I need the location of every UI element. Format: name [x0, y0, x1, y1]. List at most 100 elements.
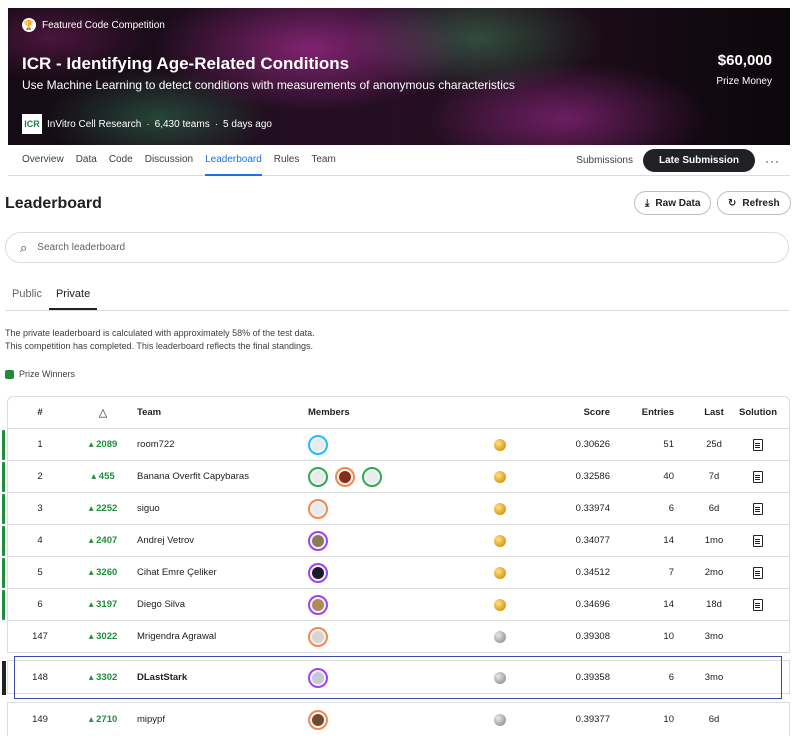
avatar[interactable]	[308, 435, 328, 455]
score: 0.34696	[575, 599, 610, 610]
header-rank[interactable]: #	[8, 397, 72, 429]
tab-discussion[interactable]: Discussion	[145, 145, 193, 176]
prize-winners-label: Prize Winners	[19, 369, 76, 379]
my-row-marker	[2, 661, 6, 695]
table-row[interactable]: 1 ▴ 2089 room722 0.30626 51 25d	[2, 429, 789, 461]
team-name[interactable]: Mrigendra Agrawal	[137, 621, 307, 653]
document-icon[interactable]	[753, 503, 763, 515]
header-team[interactable]: Team	[137, 397, 307, 429]
team-name[interactable]: mipypf	[137, 703, 307, 737]
score: 0.39308	[575, 631, 610, 642]
avatar[interactable]	[308, 563, 328, 583]
header-score[interactable]: Score	[548, 397, 610, 429]
tab-private[interactable]: Private	[48, 282, 98, 310]
document-icon[interactable]	[753, 439, 763, 451]
rank: 5	[37, 567, 43, 578]
entries: 40	[663, 471, 674, 482]
solution[interactable]	[736, 589, 780, 621]
host-logo[interactable]: ICR	[22, 114, 42, 134]
avatar[interactable]	[335, 467, 355, 487]
tab-team[interactable]: Team	[311, 145, 335, 176]
medal	[494, 525, 506, 557]
team-name[interactable]: Diego Silva	[137, 589, 307, 621]
solution[interactable]	[736, 557, 780, 589]
avatar[interactable]	[308, 627, 328, 647]
gold-medal-icon	[494, 503, 506, 515]
competition-banner: 🏆 Featured Code Competition ICR - Identi…	[8, 8, 790, 145]
team-name[interactable]: siguo	[137, 493, 307, 525]
tab-data[interactable]: Data	[76, 145, 97, 176]
solution	[736, 621, 780, 653]
rank: 1	[37, 439, 43, 450]
members	[308, 621, 328, 653]
rank: 3	[37, 503, 43, 514]
avatar[interactable]	[308, 595, 328, 615]
prize-label: Prize Money	[716, 76, 772, 87]
document-icon[interactable]	[753, 471, 763, 483]
teams-count: 6,430 teams	[154, 118, 210, 130]
team-name[interactable]: Andrej Vetrov	[137, 525, 307, 557]
team-name[interactable]: Banana Overfit Capybaras	[137, 461, 307, 493]
nav-tabs: Overview Data Code Discussion Leaderboard Rul…	[22, 145, 348, 176]
competition-nav: Overview Data Code Discussion Leaderboard Rul…	[8, 145, 790, 176]
avatar[interactable]	[308, 531, 328, 551]
solution[interactable]	[736, 493, 780, 525]
table-row[interactable]: 149 ▴ 2710 mipypf 0.39377 10 6d	[7, 702, 790, 736]
header-delta[interactable]: △	[68, 397, 138, 429]
members	[308, 525, 328, 557]
tab-code[interactable]: Code	[109, 145, 133, 176]
tab-public[interactable]: Public	[5, 282, 49, 310]
rank-change: ▴ 2407	[88, 535, 118, 546]
avatar[interactable]	[308, 499, 328, 519]
last-submission: 3mo	[704, 631, 724, 642]
late-submission-button[interactable]: Late Submission	[642, 149, 755, 172]
table-row[interactable]: 2 ▴ 455 Banana Overfit Capybaras 0.32586 40 7…	[2, 461, 789, 493]
rank-change-value: 455	[98, 471, 115, 482]
search-input[interactable]	[37, 242, 738, 253]
header-last[interactable]: Last	[692, 397, 736, 429]
document-icon[interactable]	[753, 599, 763, 611]
gold-medal-icon	[494, 439, 506, 451]
solution[interactable]	[736, 461, 780, 493]
table-row[interactable]: 4 ▴ 2407 Andrej Vetrov 0.34077 14 1mo	[2, 525, 789, 557]
entries: 14	[663, 535, 674, 546]
rank-change: ▴ 2710	[88, 714, 118, 725]
leaderboard-tabs: Public Private	[5, 282, 789, 311]
avatar[interactable]	[308, 467, 328, 487]
time-ago: 5 days ago	[223, 118, 272, 130]
avatar[interactable]	[308, 710, 328, 730]
team-name[interactable]: Cihat Emre Çeliker	[137, 557, 307, 589]
medal	[494, 493, 506, 525]
document-icon[interactable]	[753, 567, 763, 579]
score: 0.34512	[575, 567, 610, 578]
table-row[interactable]: 5 ▴ 3260 Cihat Emre Çeliker 0.34512 7 2mo	[2, 557, 789, 589]
table-row[interactable]: 6 ▴ 3197 Diego Silva 0.34696 14 18d	[2, 589, 789, 621]
document-icon[interactable]	[753, 535, 763, 547]
avatar[interactable]	[362, 467, 382, 487]
tab-rules[interactable]: Rules	[274, 145, 300, 176]
last-submission: 1mo	[704, 535, 724, 546]
search-bar[interactable]: ⌕	[5, 232, 789, 263]
host-name[interactable]: InVitro Cell Research	[47, 119, 141, 130]
score: 0.32586	[575, 471, 610, 482]
table-row[interactable]: 3 ▴ 2252 siguo 0.33974 6 6d	[2, 493, 789, 525]
rank: 2	[37, 471, 43, 482]
rank-change: ▴ 3260	[88, 567, 118, 578]
raw-data-button[interactable]: ⤓ Raw Data	[634, 191, 712, 215]
prize-winner-marker	[2, 462, 5, 492]
members	[308, 703, 328, 737]
silver-medal-icon	[494, 631, 506, 643]
header-entries[interactable]: Entries	[628, 397, 674, 429]
solution[interactable]	[736, 429, 780, 461]
solution[interactable]	[736, 525, 780, 557]
tab-overview[interactable]: Overview	[22, 145, 64, 176]
silver-medal-icon	[494, 714, 506, 726]
gold-medal-icon	[494, 535, 506, 547]
submissions-link[interactable]: Submissions	[576, 155, 633, 166]
team-name[interactable]: room722	[137, 429, 307, 461]
tab-leaderboard[interactable]: Leaderboard	[205, 145, 262, 176]
featured-text: Featured Code Competition	[42, 19, 165, 31]
more-options-icon[interactable]: ···	[765, 154, 780, 168]
refresh-button[interactable]: ↻ Refresh	[717, 191, 791, 215]
table-row[interactable]: 147 ▴ 3022 Mrigendra Agrawal 0.39308 10 3mo	[8, 621, 789, 653]
